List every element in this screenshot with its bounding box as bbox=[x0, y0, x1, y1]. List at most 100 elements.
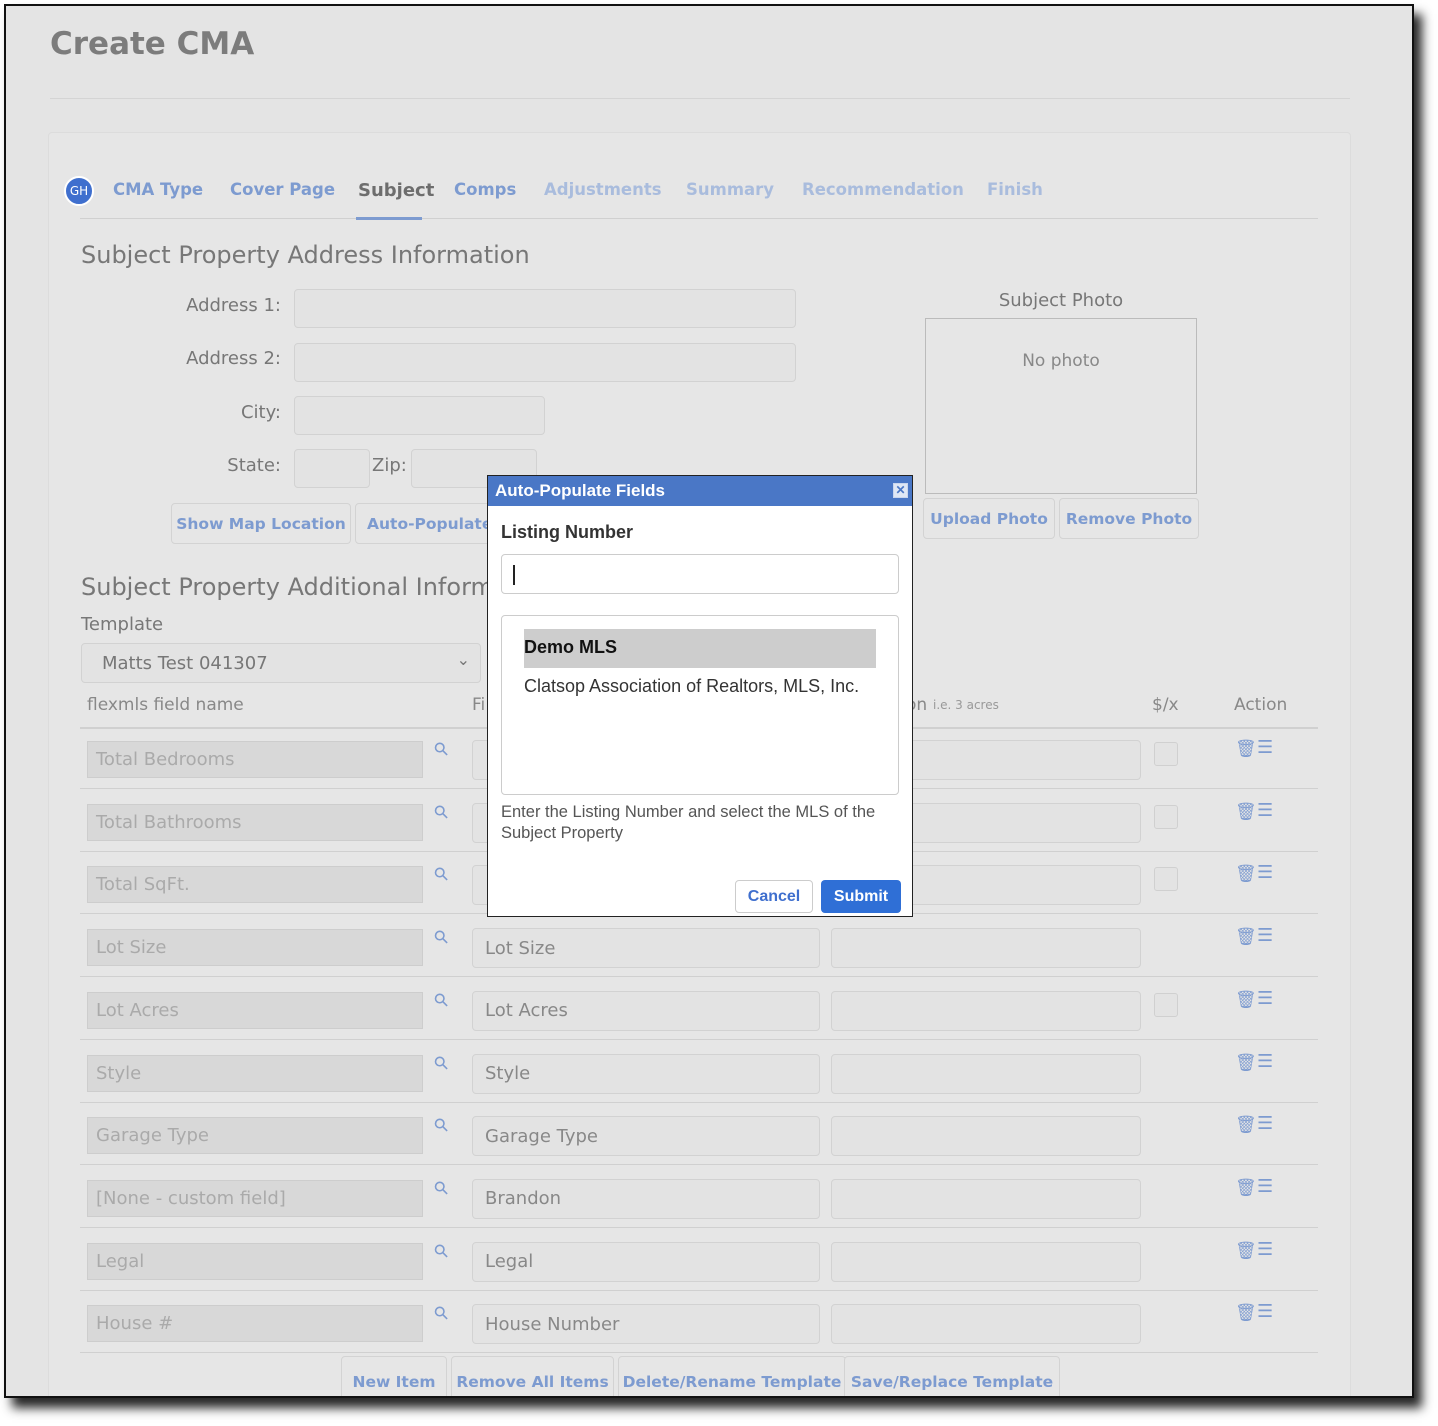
trash-icon[interactable]: 🗑︎ bbox=[1235, 1053, 1257, 1073]
row-divider bbox=[80, 976, 1318, 978]
flexmls-field-input[interactable]: [None - custom field] bbox=[87, 1179, 423, 1217]
drag-handle-icon[interactable]: ☰ bbox=[1257, 862, 1273, 883]
text-cursor bbox=[513, 565, 515, 585]
price-checkbox[interactable] bbox=[1154, 992, 1178, 1017]
dialog-help-text: Enter the Listing Number and select the … bbox=[501, 803, 876, 842]
col-action-header: Action bbox=[1234, 695, 1288, 715]
photo-box: No photo bbox=[925, 318, 1197, 494]
flexmls-field-input[interactable]: Garage Type bbox=[87, 1117, 423, 1155]
value-input[interactable] bbox=[831, 1178, 1141, 1219]
trash-icon[interactable]: 🗑︎ bbox=[1235, 864, 1257, 884]
template-select[interactable]: Matts Test 041307 ⌄ bbox=[81, 643, 481, 683]
tab-cma-type[interactable]: CMA Type bbox=[113, 180, 203, 199]
drag-handle-icon[interactable]: ☰ bbox=[1257, 925, 1273, 946]
value-input[interactable] bbox=[831, 1116, 1141, 1157]
show-map-button[interactable]: Show Map Location bbox=[171, 503, 351, 544]
tabs-divider bbox=[80, 218, 1318, 219]
col-flexmls-header: flexmls field name bbox=[87, 695, 244, 715]
flexmls-field-input[interactable]: Total Bathrooms bbox=[87, 803, 423, 841]
save-replace-template-button[interactable]: Save/Replace Template bbox=[844, 1356, 1060, 1396]
trash-icon[interactable]: 🗑︎ bbox=[1235, 1303, 1257, 1323]
state-input[interactable] bbox=[294, 449, 370, 488]
address1-label: Address 1: bbox=[186, 295, 281, 316]
field-name-input[interactable]: House Number bbox=[472, 1304, 820, 1345]
page-title: Create CMA bbox=[50, 26, 255, 62]
tab-adjustments[interactable]: Adjustments bbox=[544, 180, 662, 199]
divider bbox=[50, 98, 1350, 99]
submit-button[interactable]: Submit bbox=[821, 880, 901, 913]
auto-populate-button[interactable]: Auto-Populate bbox=[355, 503, 495, 544]
field-name-input[interactable]: Lot Size bbox=[472, 928, 820, 969]
value-input[interactable] bbox=[831, 1304, 1141, 1345]
flexmls-field-input[interactable]: Total SqFt. bbox=[87, 866, 423, 904]
drag-handle-icon[interactable]: ☰ bbox=[1257, 1176, 1273, 1197]
value-input[interactable] bbox=[831, 928, 1141, 969]
remove-photo-button[interactable]: Remove Photo bbox=[1059, 498, 1199, 539]
row-divider bbox=[80, 1101, 1318, 1103]
remove-all-items-button[interactable]: Remove All Items bbox=[451, 1356, 614, 1396]
row-divider bbox=[80, 1289, 1318, 1291]
field-name-input[interactable]: Legal bbox=[472, 1241, 820, 1282]
trash-icon[interactable]: 🗑︎ bbox=[1235, 739, 1257, 759]
row-divider bbox=[80, 1226, 1318, 1228]
trash-icon[interactable]: 🗑︎ bbox=[1235, 802, 1257, 822]
city-input[interactable] bbox=[294, 396, 545, 435]
address2-input[interactable] bbox=[294, 343, 796, 382]
drag-handle-icon[interactable]: ☰ bbox=[1257, 737, 1273, 758]
tab-comps[interactable]: Comps bbox=[454, 180, 516, 199]
field-name-input[interactable]: Brandon bbox=[472, 1178, 820, 1219]
trash-icon[interactable]: 🗑︎ bbox=[1235, 1241, 1257, 1261]
template-label: Template bbox=[81, 614, 164, 635]
price-checkbox[interactable] bbox=[1154, 742, 1178, 766]
trash-icon[interactable]: 🗑︎ bbox=[1235, 927, 1257, 947]
drag-handle-icon[interactable]: ☰ bbox=[1257, 1051, 1273, 1072]
tab-summary[interactable]: Summary bbox=[686, 180, 774, 199]
value-input[interactable] bbox=[831, 1053, 1141, 1094]
field-name-input[interactable]: Lot Acres bbox=[472, 990, 820, 1031]
active-tab-indicator bbox=[356, 217, 422, 220]
trash-icon[interactable]: 🗑︎ bbox=[1235, 1115, 1257, 1135]
address1-input[interactable] bbox=[294, 289, 796, 328]
price-checkbox[interactable] bbox=[1154, 867, 1178, 892]
address2-label: Address 2: bbox=[186, 348, 281, 369]
zip-label: Zip: bbox=[372, 455, 407, 476]
value-input[interactable] bbox=[831, 990, 1141, 1031]
flexmls-field-input[interactable]: Total Bedrooms bbox=[87, 741, 423, 778]
field-name-input[interactable]: Garage Type bbox=[472, 1116, 820, 1157]
col-value-hint: i.e. 3 acres bbox=[933, 698, 999, 712]
upload-photo-button[interactable]: Upload Photo bbox=[923, 498, 1055, 539]
trash-icon[interactable]: 🗑︎ bbox=[1235, 990, 1257, 1010]
drag-handle-icon[interactable]: ☰ bbox=[1257, 1113, 1273, 1134]
flexmls-field-input[interactable]: Lot Size bbox=[87, 929, 423, 967]
flexmls-field-input[interactable]: Style bbox=[87, 1054, 423, 1092]
row-divider bbox=[80, 1164, 1318, 1166]
delete-rename-template-button[interactable]: Delete/Rename Template bbox=[618, 1356, 846, 1396]
avatar[interactable]: GH bbox=[64, 176, 94, 206]
row-divider bbox=[80, 1352, 1318, 1354]
flexmls-field-input[interactable]: Lot Acres bbox=[87, 991, 423, 1029]
tab-finish[interactable]: Finish bbox=[987, 180, 1043, 199]
field-name-input[interactable]: Style bbox=[472, 1053, 820, 1094]
drag-handle-icon[interactable]: ☰ bbox=[1257, 1301, 1273, 1322]
tab-cover-page[interactable]: Cover Page bbox=[230, 180, 335, 199]
price-checkbox[interactable] bbox=[1154, 804, 1178, 829]
cancel-button[interactable]: Cancel bbox=[735, 880, 813, 913]
drag-handle-icon[interactable]: ☰ bbox=[1257, 800, 1273, 821]
listing-number-input[interactable] bbox=[501, 554, 899, 594]
mls-option[interactable]: Clatsop Association of Realtors, MLS, In… bbox=[524, 676, 859, 697]
drag-handle-icon[interactable]: ☰ bbox=[1257, 988, 1273, 1009]
mls-option-selected[interactable]: Demo MLS bbox=[524, 629, 876, 668]
mls-listbox[interactable]: Demo MLS Clatsop Association of Realtors… bbox=[501, 615, 899, 795]
tab-subject[interactable]: Subject bbox=[358, 180, 434, 201]
trash-icon[interactable]: 🗑︎ bbox=[1235, 1178, 1257, 1198]
listing-number-label: Listing Number bbox=[501, 522, 634, 542]
new-item-button[interactable]: New Item bbox=[341, 1356, 447, 1396]
value-input[interactable] bbox=[831, 1241, 1141, 1282]
close-icon[interactable]: ✕ bbox=[893, 483, 908, 498]
template-value: Matts Test 041307 bbox=[102, 653, 268, 674]
tab-recommendation[interactable]: Recommendation bbox=[802, 180, 964, 199]
drag-handle-icon[interactable]: ☰ bbox=[1257, 1239, 1273, 1260]
flexmls-field-input[interactable]: Legal bbox=[87, 1242, 423, 1280]
flexmls-field-input[interactable]: House # bbox=[87, 1305, 423, 1343]
state-label: State: bbox=[227, 455, 281, 476]
